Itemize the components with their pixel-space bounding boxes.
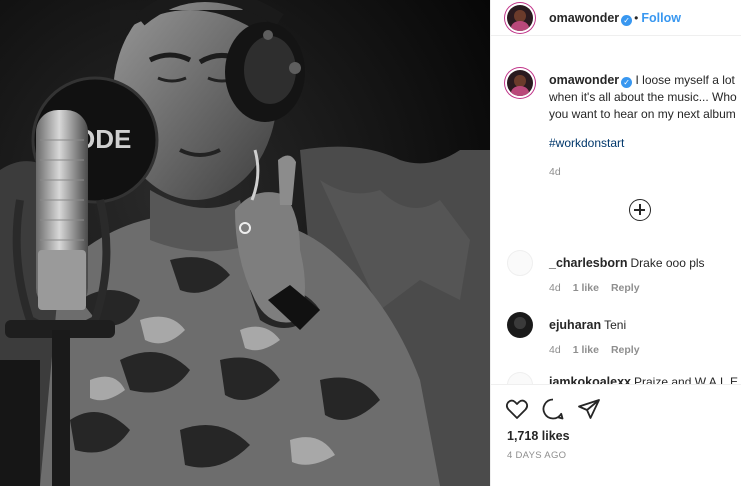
comment-reply-button[interactable]: Reply [611,282,640,294]
comment-text: Teni [604,318,627,332]
post-timestamp[interactable]: 4 DAYS AGO [507,450,566,461]
studio-photo-illustration: ODE [0,0,490,486]
comment-age[interactable]: 4d [549,344,561,356]
comment-item: _charlesborn Drake ooo pls 4d 1 like Reply [491,250,741,310]
comment-text: Drake ooo pls [630,256,705,270]
author-avatar[interactable] [507,5,533,31]
likes-count[interactable]: 1,718 likes [507,429,570,443]
post-header: omawonder ✓ • Follow [491,0,741,36]
comment-item: ejuharan Teni 4d 1 like Reply [491,312,741,372]
caption-line-1: I loose myself a lot [635,73,735,87]
comment-username[interactable]: iamkokoalexx [549,375,631,384]
comment-age[interactable]: 4d [549,282,561,294]
comment-item: iamkokoalexx Praize and W.A.L.E [491,372,741,384]
caption-line-2: when it's all about the music... Who [549,90,737,104]
comment-username[interactable]: _charlesborn [549,256,628,270]
plus-circle-icon[interactable] [629,199,651,221]
follow-button[interactable]: Follow [641,11,681,25]
actions-divider [491,384,741,385]
heart-icon[interactable] [505,397,529,421]
caption-text: omawonder ✓ I loose myself a lot when it'… [549,72,741,123]
post-photo[interactable]: ODE [0,0,490,486]
comment-icon[interactable] [541,397,565,421]
verified-badge-icon: ✓ [621,77,633,88]
verified-badge-icon: ✓ [621,15,633,26]
comment-likes[interactable]: 1 like [573,282,599,294]
caption-username[interactable]: omawonder [549,73,619,87]
comment-likes[interactable]: 1 like [573,344,599,356]
comment-username[interactable]: ejuharan [549,318,601,332]
caption-hashtag[interactable]: #workdonstart [549,136,624,150]
comment-text: Praize and W.A.L.E [634,375,739,384]
separator-dot: • [634,11,639,25]
post-side-panel: omawonder ✓ • Follow omawonder ✓ I loose mys… [490,0,741,486]
comment-reply-button[interactable]: Reply [611,344,640,356]
caption-age[interactable]: 4d [549,166,561,178]
commenter-avatar[interactable] [507,250,533,276]
caption-line-3: you want to hear on my next album [549,107,736,121]
commenter-avatar[interactable] [507,312,533,338]
author-username[interactable]: omawonder [549,11,619,25]
commenter-avatar[interactable] [507,372,533,384]
share-icon[interactable] [577,397,601,421]
caption-author-avatar[interactable] [507,70,533,96]
